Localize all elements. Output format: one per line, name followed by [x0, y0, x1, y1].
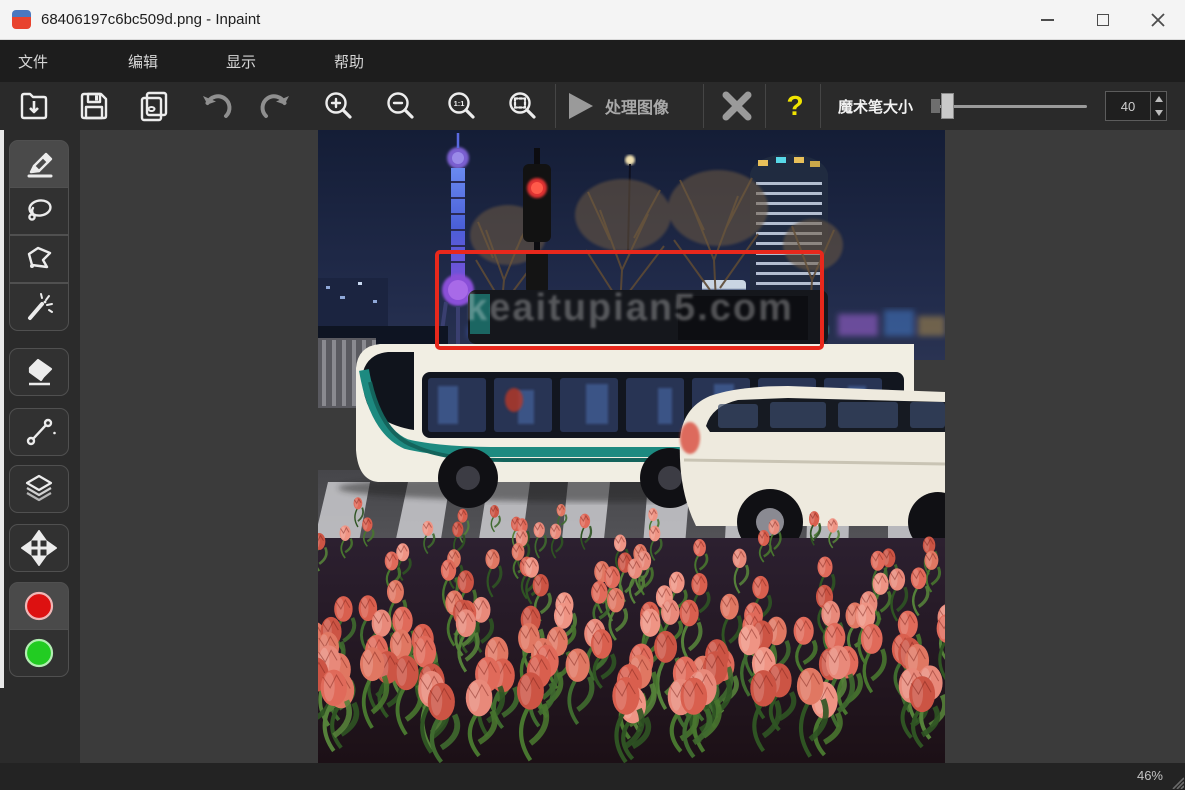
- brush-size-slider[interactable]: [935, 82, 1087, 130]
- save-icon: [78, 90, 110, 122]
- zoom-actual-icon: 1:1: [445, 90, 477, 122]
- marker-tool-button[interactable]: [9, 140, 69, 188]
- slider-track[interactable]: [935, 105, 1087, 108]
- magic-wand-tool-button[interactable]: [9, 283, 69, 331]
- line-icon: [21, 414, 57, 450]
- process-image-button[interactable]: 处理图像: [563, 84, 701, 128]
- slider-handle[interactable]: [941, 93, 954, 119]
- inpaint-window: 68406197c6bc509d.png - Inpaint 文件 编辑 显示 …: [0, 0, 1185, 790]
- menu-view[interactable]: 显示: [216, 45, 266, 78]
- lasso-tool-button[interactable]: [9, 187, 69, 235]
- green-circle-icon: [21, 635, 57, 671]
- open-icon: [18, 90, 50, 122]
- move-tool-button[interactable]: [9, 524, 69, 572]
- close-button[interactable]: [1130, 0, 1185, 40]
- magic-wand-icon: [21, 289, 57, 325]
- title-bar: 68406197c6bc509d.png - Inpaint: [0, 0, 1185, 40]
- workspace: keaitupian5.com: [80, 130, 1185, 763]
- close-icon: [1151, 13, 1165, 27]
- polygon-lasso-tool-button[interactable]: [9, 235, 69, 283]
- move-icon: [21, 530, 57, 566]
- help-button[interactable]: ?: [774, 84, 816, 128]
- toolbar-separator: [820, 84, 821, 128]
- zoom-level-text: 46%: [1137, 768, 1163, 783]
- spin-down-button[interactable]: [1151, 106, 1166, 120]
- brush-size-spinbox[interactable]: 40: [1105, 91, 1167, 121]
- menu-file[interactable]: 文件: [8, 45, 58, 78]
- minimize-icon: [1041, 19, 1054, 21]
- toolbar-separator: [703, 84, 704, 128]
- spin-arrows: [1150, 92, 1166, 120]
- red-circle-icon: [21, 588, 57, 624]
- window-title: 68406197c6bc509d.png - Inpaint: [41, 11, 260, 28]
- app-icon: [12, 10, 31, 29]
- spin-up-icon: [1155, 96, 1163, 102]
- window-edge-highlight: [0, 130, 4, 688]
- redo-icon: [259, 90, 293, 122]
- spin-down-icon: [1155, 110, 1163, 116]
- layers-tool-button[interactable]: [9, 465, 69, 513]
- zoom-fit-button[interactable]: [504, 88, 540, 124]
- watermark-text: keaitupian5.com: [466, 287, 794, 329]
- zoom-fit-icon: [506, 90, 538, 122]
- eraser-tool-button[interactable]: [9, 348, 69, 396]
- layers-icon: [21, 471, 57, 507]
- tool-sidebar: [0, 130, 80, 763]
- marker-icon: [21, 146, 57, 182]
- toolbar-separator: [765, 84, 766, 128]
- polygon-lasso-icon: [21, 241, 57, 277]
- minimize-button[interactable]: [1020, 0, 1075, 40]
- menu-help[interactable]: 帮助: [324, 45, 374, 78]
- window-controls: [1020, 0, 1185, 40]
- photo-scene: keaitupian5.com: [318, 130, 945, 763]
- toolbar-separator: [555, 84, 556, 128]
- zoom-in-icon: [322, 90, 354, 122]
- play-icon: [563, 89, 597, 123]
- resize-grip[interactable]: [1169, 774, 1184, 789]
- maximize-icon: [1097, 14, 1109, 26]
- brush-size-value: 40: [1106, 92, 1150, 120]
- menu-bar: 文件 编辑 显示 帮助: [0, 40, 1185, 82]
- copy-result-button[interactable]: [136, 88, 172, 124]
- spin-up-button[interactable]: [1151, 92, 1166, 106]
- redo-button[interactable]: [258, 88, 294, 124]
- red-marker-color-button[interactable]: [9, 582, 69, 630]
- zoom-in-button[interactable]: [320, 88, 356, 124]
- brush-size-label: 魔术笔大小: [838, 82, 913, 130]
- cancel-x-icon: [720, 89, 754, 123]
- lasso-icon: [21, 193, 57, 229]
- undo-icon: [199, 90, 233, 122]
- green-marker-color-button[interactable]: [9, 629, 69, 677]
- status-bar: 46%: [0, 763, 1185, 790]
- zoom-out-button[interactable]: [382, 88, 418, 124]
- zoom-actual-label: 1:1: [454, 99, 465, 108]
- menu-edit[interactable]: 编辑: [118, 45, 168, 78]
- line-tool-button[interactable]: [9, 408, 69, 456]
- maximize-button[interactable]: [1075, 0, 1130, 40]
- toolbar: 1:1 处理图像 ? 魔术笔大小: [0, 82, 1185, 130]
- open-button[interactable]: [16, 88, 52, 124]
- eraser-icon: [21, 354, 57, 390]
- save-button[interactable]: [76, 88, 112, 124]
- copy-result-icon: [138, 90, 170, 122]
- street-lamp: [625, 155, 635, 165]
- image-canvas[interactable]: keaitupian5.com: [318, 130, 945, 763]
- cancel-button[interactable]: [716, 88, 758, 124]
- zoom-actual-button[interactable]: 1:1: [443, 88, 479, 124]
- undo-button[interactable]: [198, 88, 234, 124]
- slider-notch: [931, 99, 940, 113]
- process-image-label: 处理图像: [605, 94, 669, 118]
- zoom-out-icon: [384, 90, 416, 122]
